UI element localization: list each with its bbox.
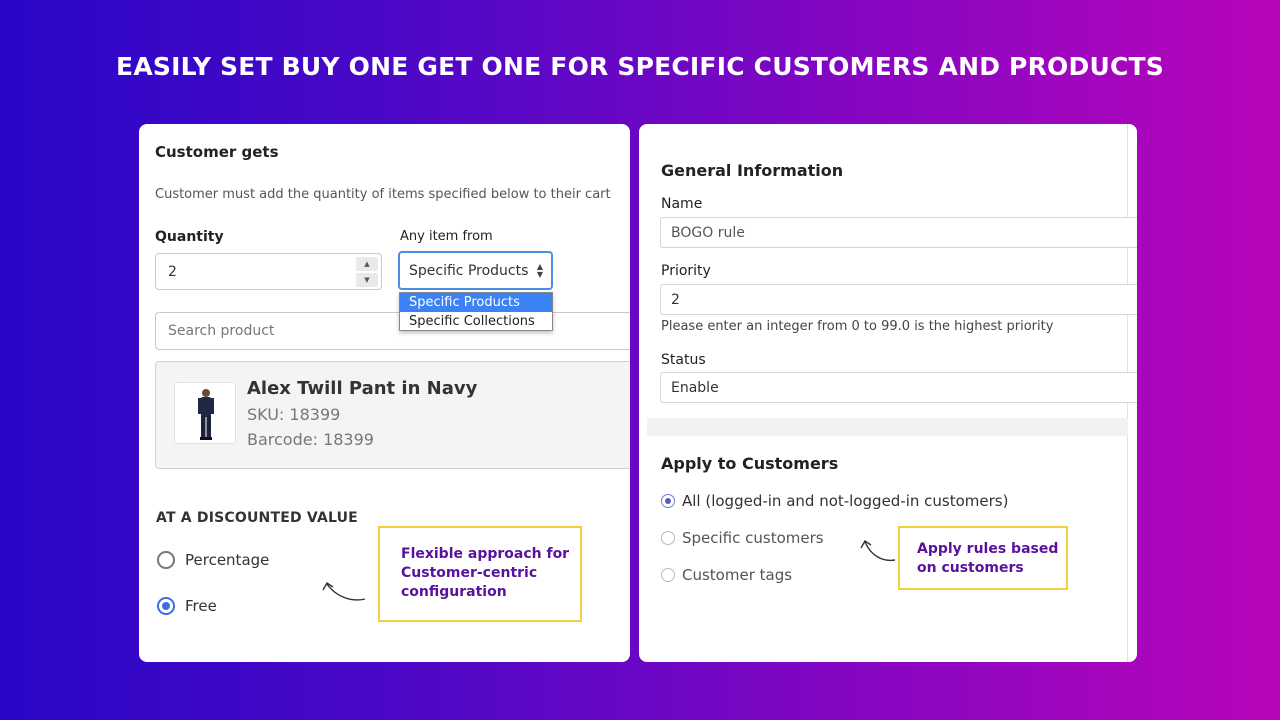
any-item-dropdown: Specific Products Specific Collections [399,292,553,331]
name-input[interactable]: BOGO rule [660,217,1137,248]
priority-label: Priority [661,263,711,279]
discount-heading: AT A DISCOUNTED VALUE [156,510,358,526]
customer-gets-card: Customer gets Customer must add the quan… [139,124,630,662]
product-barcode: Barcode: 18399 [247,430,374,449]
stepper-buttons: ▲ ▼ [356,257,378,287]
priority-input[interactable]: 2 [660,284,1137,315]
radio-all-label: All (logged-in and not-logged-in custome… [682,492,1009,510]
card-description: Customer must add the quantity of items … [155,187,611,202]
name-label: Name [661,196,703,212]
status-label: Status [661,352,706,368]
product-sku: SKU: 18399 [247,405,341,424]
search-placeholder: Search product [168,323,275,339]
quantity-value: 2 [168,263,177,280]
apply-customers-title: Apply to Customers [661,454,839,473]
radio-percentage[interactable] [157,551,175,569]
radio-all-customers[interactable] [661,494,675,508]
quantity-stepper[interactable]: 2 ▲ ▼ [155,253,382,290]
general-info-title: General Information [661,161,844,180]
callout-line: on customers [917,560,1024,576]
dropdown-option-specific-collections[interactable]: Specific Collections [400,312,552,331]
arrow-icon [322,582,366,601]
arrow-icon [860,540,896,562]
card-title: Customer gets [155,143,279,161]
radio-tags-label: Customer tags [682,566,793,584]
radio-specific-label: Specific customers [682,529,824,547]
product-name: Alex Twill Pant in Navy [247,378,478,399]
status-select[interactable]: Enable [660,372,1137,403]
radio-percentage-label: Percentage [185,551,270,569]
any-item-label: Any item from [400,229,493,244]
product-thumbnail [174,382,236,444]
section-separator [647,418,1128,436]
any-item-select[interactable]: Specific Products ▲ ▼ [398,251,553,290]
search-product-input[interactable]: Search product [155,312,630,350]
select-arrows-icon: ▲ ▼ [536,262,543,279]
increment-icon[interactable]: ▲ [356,257,378,271]
radio-customer-tags[interactable] [661,568,675,582]
decrement-icon[interactable]: ▼ [356,273,378,287]
callout-line: Flexible approach for [401,546,570,562]
callout-line: Customer-centric [401,565,538,581]
product-card[interactable]: Alex Twill Pant in Navy SKU: 18399 Barco… [155,361,630,469]
dropdown-option-specific-products[interactable]: Specific Products [400,293,552,312]
radio-free-label: Free [185,597,217,615]
quantity-label: Quantity [155,229,224,245]
priority-value: 2 [671,291,680,308]
callout-line: configuration [401,584,507,600]
radio-specific-customers[interactable] [661,531,675,545]
page-headline: EASILY SET BUY ONE GET ONE FOR SPECIFIC … [116,52,1164,81]
product-image-icon [198,389,214,440]
callout-left: Flexible approach for Customer-centric c… [378,526,582,622]
status-value: Enable [671,379,719,396]
rule-settings-card: General Information Name BOGO rule Prior… [639,124,1137,662]
priority-help-text: Please enter an integer from 0 to 99.0 i… [661,319,1054,334]
radio-free[interactable] [157,597,175,615]
callout-line: Apply rules based [917,541,1059,557]
callout-right: Apply rules based on customers [898,526,1068,590]
select-value: Specific Products [409,262,529,279]
name-value: BOGO rule [671,224,745,241]
